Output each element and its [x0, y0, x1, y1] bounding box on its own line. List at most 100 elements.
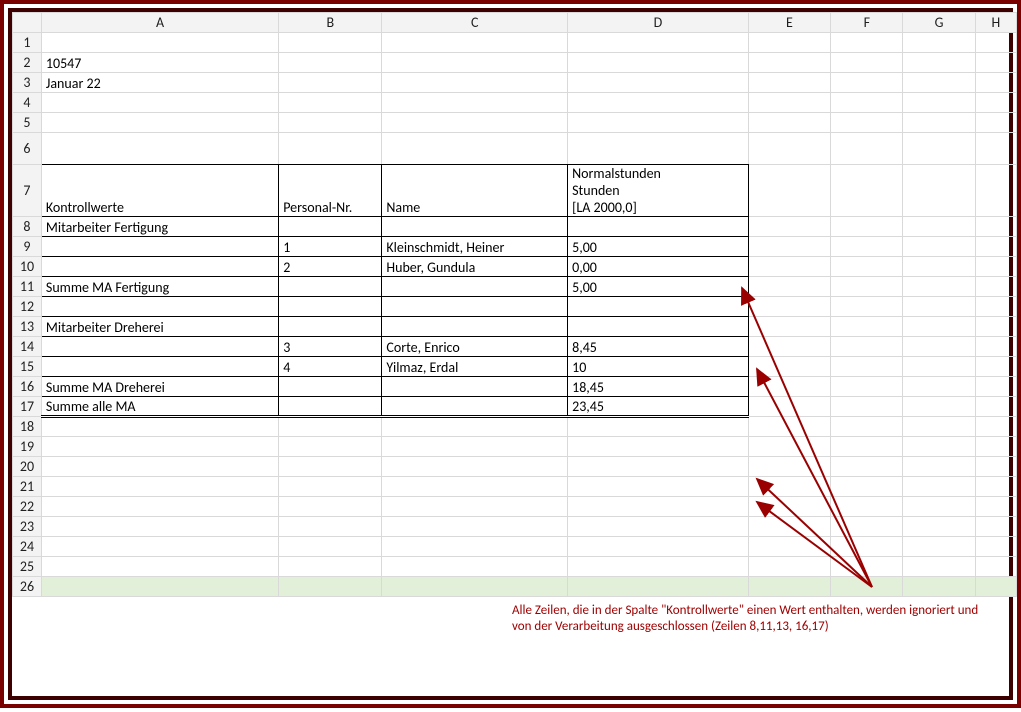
col-header[interactable]: E	[748, 13, 831, 33]
cell[interactable]	[748, 297, 831, 317]
cell[interactable]	[831, 417, 903, 437]
cell-hours[interactable]: 0,00	[568, 257, 749, 277]
cell[interactable]	[279, 537, 382, 557]
row-header[interactable]: 3	[13, 73, 42, 93]
cell[interactable]	[748, 417, 831, 437]
cell-period[interactable]: Januar 22	[41, 73, 278, 93]
cell-personalnr[interactable]: 2	[279, 257, 382, 277]
cell[interactable]	[748, 497, 831, 517]
cell[interactable]	[903, 317, 975, 337]
col-header[interactable]: B	[279, 13, 382, 33]
cell[interactable]	[382, 297, 568, 317]
cell[interactable]	[975, 73, 1016, 93]
cell[interactable]	[382, 497, 568, 517]
cell-hours[interactable]: 10	[568, 357, 749, 377]
spreadsheet[interactable]: A B C D E F G H 1 2 10547 3 Januar 22 4 …	[12, 12, 1009, 696]
cell[interactable]	[975, 93, 1016, 113]
row-header[interactable]: 19	[13, 437, 42, 457]
row-header[interactable]: 20	[13, 457, 42, 477]
row-header[interactable]: 14	[13, 337, 42, 357]
cell[interactable]	[568, 297, 749, 317]
cell[interactable]	[41, 557, 278, 577]
cell-total-label[interactable]: Summe alle MA	[41, 397, 278, 417]
cell[interactable]	[382, 33, 568, 53]
cell[interactable]	[903, 113, 975, 133]
cell[interactable]	[41, 257, 278, 277]
row-header[interactable]: 1	[13, 33, 42, 53]
cell[interactable]	[831, 297, 903, 317]
cell[interactable]	[568, 33, 749, 53]
row-header[interactable]: 7	[13, 165, 42, 217]
cell[interactable]	[975, 277, 1016, 297]
header-personalnr[interactable]: Personal-Nr.	[279, 165, 382, 217]
cell[interactable]	[975, 497, 1016, 517]
cell[interactable]	[831, 517, 903, 537]
row-header[interactable]: 17	[13, 397, 42, 417]
cell[interactable]	[279, 317, 382, 337]
cell-personalnr[interactable]: 4	[279, 357, 382, 377]
cell[interactable]	[748, 53, 831, 73]
cell[interactable]	[831, 217, 903, 237]
cell[interactable]	[903, 457, 975, 477]
cell[interactable]	[568, 133, 749, 165]
cell[interactable]	[748, 165, 831, 217]
cell[interactable]	[568, 53, 749, 73]
cell-section-title[interactable]: Mitarbeiter Dreherei	[41, 317, 278, 337]
cell[interactable]	[568, 557, 749, 577]
cell[interactable]	[382, 93, 568, 113]
cell[interactable]	[382, 113, 568, 133]
cell-section-title[interactable]: Mitarbeiter Fertigung	[41, 217, 278, 237]
cell[interactable]	[748, 517, 831, 537]
cell-sum-label[interactable]: Summe MA Fertigung	[41, 277, 278, 297]
cell[interactable]	[748, 113, 831, 133]
row-header[interactable]: 11	[13, 277, 42, 297]
cell[interactable]	[903, 497, 975, 517]
cell[interactable]	[279, 577, 382, 597]
row-header[interactable]: 23	[13, 517, 42, 537]
cell[interactable]	[279, 437, 382, 457]
cell[interactable]	[41, 297, 278, 317]
cell[interactable]	[382, 557, 568, 577]
cell[interactable]	[382, 277, 568, 297]
cell[interactable]	[831, 497, 903, 517]
cell-code[interactable]: 10547	[41, 53, 278, 73]
cell[interactable]	[975, 557, 1016, 577]
cell[interactable]	[903, 577, 975, 597]
cell[interactable]	[903, 357, 975, 377]
cell[interactable]	[748, 337, 831, 357]
cell[interactable]	[382, 133, 568, 165]
cell[interactable]	[903, 377, 975, 397]
cell[interactable]	[903, 537, 975, 557]
cell[interactable]	[903, 297, 975, 317]
cell[interactable]	[975, 477, 1016, 497]
cell[interactable]	[975, 437, 1016, 457]
cell[interactable]	[831, 133, 903, 165]
cell-name[interactable]: Huber, Gundula	[382, 257, 568, 277]
cell[interactable]	[831, 457, 903, 477]
cell[interactable]	[382, 73, 568, 93]
cell[interactable]	[382, 217, 568, 237]
cell[interactable]	[41, 457, 278, 477]
cell[interactable]	[975, 397, 1016, 417]
cell[interactable]	[748, 277, 831, 297]
cell[interactable]	[903, 133, 975, 165]
cell[interactable]	[748, 217, 831, 237]
cell[interactable]	[975, 297, 1016, 317]
cell[interactable]	[568, 577, 749, 597]
cell[interactable]	[279, 113, 382, 133]
row-header[interactable]: 9	[13, 237, 42, 257]
cell[interactable]	[903, 165, 975, 217]
cell[interactable]	[382, 517, 568, 537]
cell[interactable]	[975, 257, 1016, 277]
cell[interactable]	[41, 417, 278, 437]
cell[interactable]	[279, 53, 382, 73]
header-kontrollwerte[interactable]: Kontrollwerte	[41, 165, 278, 217]
cell[interactable]	[831, 357, 903, 377]
cell[interactable]	[41, 477, 278, 497]
cell[interactable]	[903, 417, 975, 437]
cell[interactable]	[903, 277, 975, 297]
row-header[interactable]: 24	[13, 537, 42, 557]
row-header[interactable]: 13	[13, 317, 42, 337]
cell[interactable]	[41, 237, 278, 257]
cell[interactable]	[831, 577, 903, 597]
